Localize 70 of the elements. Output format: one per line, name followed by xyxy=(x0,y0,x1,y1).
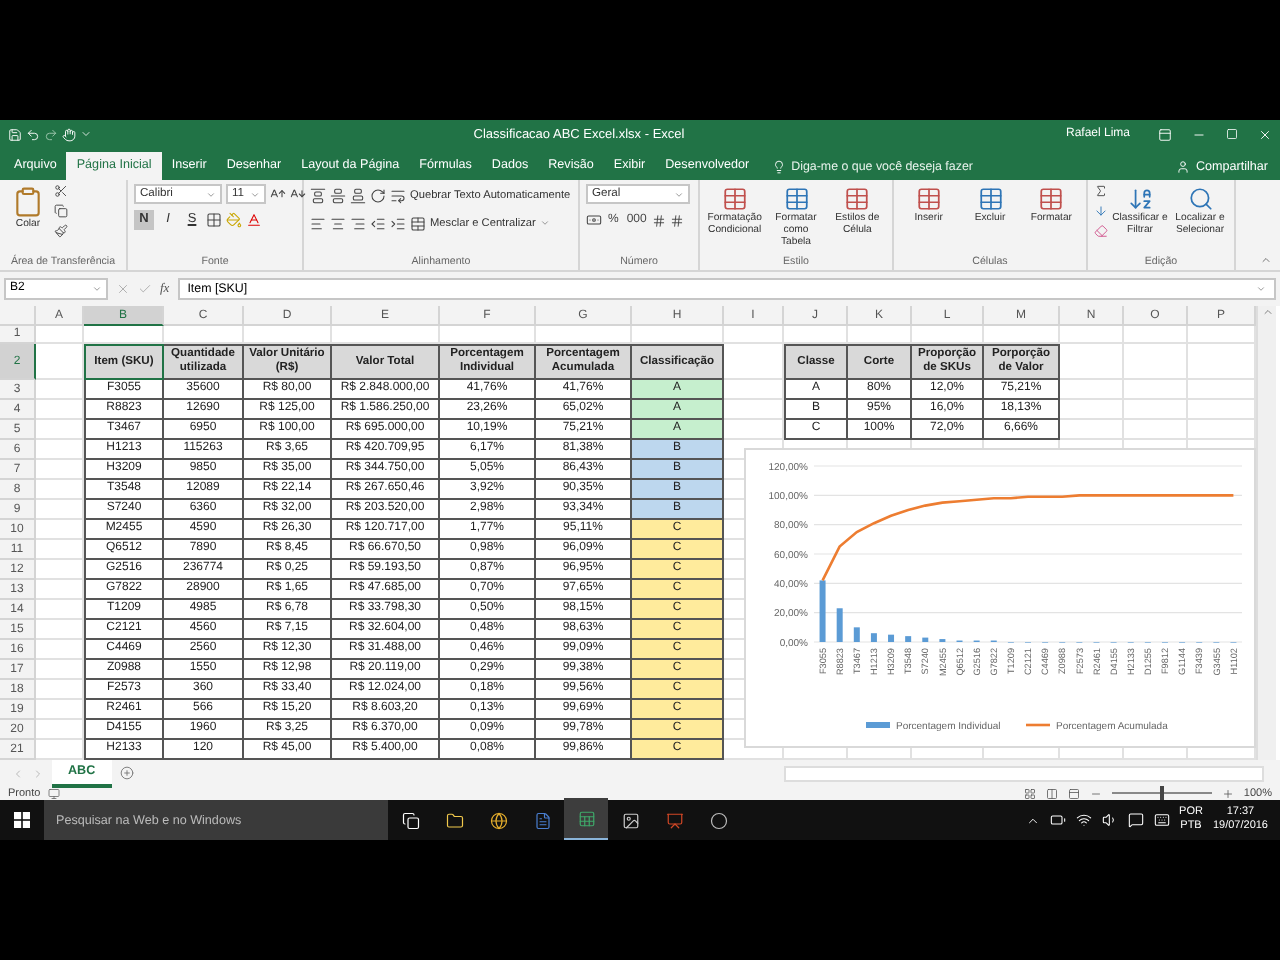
table-icon[interactable] xyxy=(977,186,1003,212)
hash-icon[interactable] xyxy=(652,213,667,227)
align-center-icon[interactable] xyxy=(330,215,346,231)
chart-bar xyxy=(888,634,895,642)
align-middle-icon[interactable] xyxy=(330,187,346,203)
add-sheet-icon[interactable] xyxy=(119,766,134,780)
picture-icon[interactable] xyxy=(621,811,639,829)
sort-icon[interactable] xyxy=(1127,186,1153,212)
hash-icon[interactable] xyxy=(670,213,685,227)
chart-bar xyxy=(819,580,826,642)
page-layout-icon[interactable] xyxy=(1045,787,1058,799)
table-icon[interactable] xyxy=(783,186,809,212)
merge-icon[interactable] xyxy=(410,215,426,231)
grow-font-icon[interactable] xyxy=(270,186,286,202)
copy-icon[interactable] xyxy=(54,204,68,218)
redo-icon[interactable] xyxy=(44,127,58,141)
sigma-icon[interactable] xyxy=(1094,184,1108,198)
borders-icon[interactable] xyxy=(206,212,222,228)
paintbrush-icon[interactable] xyxy=(54,224,68,238)
volume-icon[interactable] xyxy=(1101,812,1118,828)
windows-logo-icon[interactable] xyxy=(14,812,30,828)
globe-icon[interactable] xyxy=(489,811,507,829)
document-icon[interactable] xyxy=(533,811,551,829)
currency-icon[interactable] xyxy=(586,212,602,228)
wifi-icon[interactable] xyxy=(1075,812,1092,828)
align-bottom-icon[interactable] xyxy=(350,187,366,203)
indent-increase-icon[interactable] xyxy=(390,215,406,231)
table-icon[interactable] xyxy=(844,186,871,212)
table-icon[interactable] xyxy=(721,186,748,212)
save-icon[interactable] xyxy=(8,127,22,141)
battery-icon[interactable] xyxy=(1049,812,1066,828)
folder-icon[interactable] xyxy=(445,811,463,829)
font-color-icon[interactable] xyxy=(246,212,262,228)
scissors-icon[interactable] xyxy=(54,184,68,198)
table-icon[interactable] xyxy=(915,186,942,212)
message-icon[interactable] xyxy=(1127,812,1144,828)
task-view-icon[interactable] xyxy=(401,811,419,829)
close-icon[interactable] xyxy=(1258,127,1272,141)
chart-bar xyxy=(905,636,912,642)
align-right-icon[interactable] xyxy=(350,215,366,231)
chart-area[interactable] xyxy=(744,448,1256,748)
search-icon[interactable] xyxy=(1187,186,1213,212)
undo-icon[interactable] xyxy=(26,127,40,141)
restore-icon[interactable] xyxy=(1226,128,1238,140)
chart-bar xyxy=(853,627,860,642)
keyboard-icon[interactable] xyxy=(1153,812,1170,828)
wrap-icon[interactable] xyxy=(390,187,406,203)
fill-color-icon[interactable] xyxy=(226,212,242,228)
spreadsheet-icon[interactable] xyxy=(577,809,595,827)
vertical-scrollbar[interactable] xyxy=(1256,306,1276,760)
chart-bar xyxy=(922,637,929,642)
horizontal-scrollbar[interactable] xyxy=(784,765,1264,781)
align-left-icon[interactable] xyxy=(310,215,326,231)
taskbar-app[interactable] xyxy=(564,798,608,842)
table-icon[interactable] xyxy=(1038,186,1065,212)
align-top-icon[interactable] xyxy=(310,187,326,203)
zoom-slider-thumb[interactable] xyxy=(1159,786,1164,800)
indent-decrease-icon[interactable] xyxy=(370,215,386,231)
normal-view-icon[interactable] xyxy=(1023,787,1036,799)
lightbulb-icon[interactable] xyxy=(771,159,786,173)
fill-down-icon[interactable] xyxy=(1094,204,1108,218)
chart-bar xyxy=(870,633,877,642)
person-icon[interactable] xyxy=(1175,159,1190,173)
chart-bar xyxy=(836,608,843,642)
zoom-in-icon[interactable] xyxy=(1221,787,1234,799)
circle-icon[interactable] xyxy=(709,811,727,829)
eraser-icon[interactable] xyxy=(1094,224,1108,238)
presentation-icon[interactable] xyxy=(665,811,683,829)
shrink-font-icon[interactable] xyxy=(290,186,306,202)
clipboard-icon[interactable] xyxy=(12,186,44,218)
